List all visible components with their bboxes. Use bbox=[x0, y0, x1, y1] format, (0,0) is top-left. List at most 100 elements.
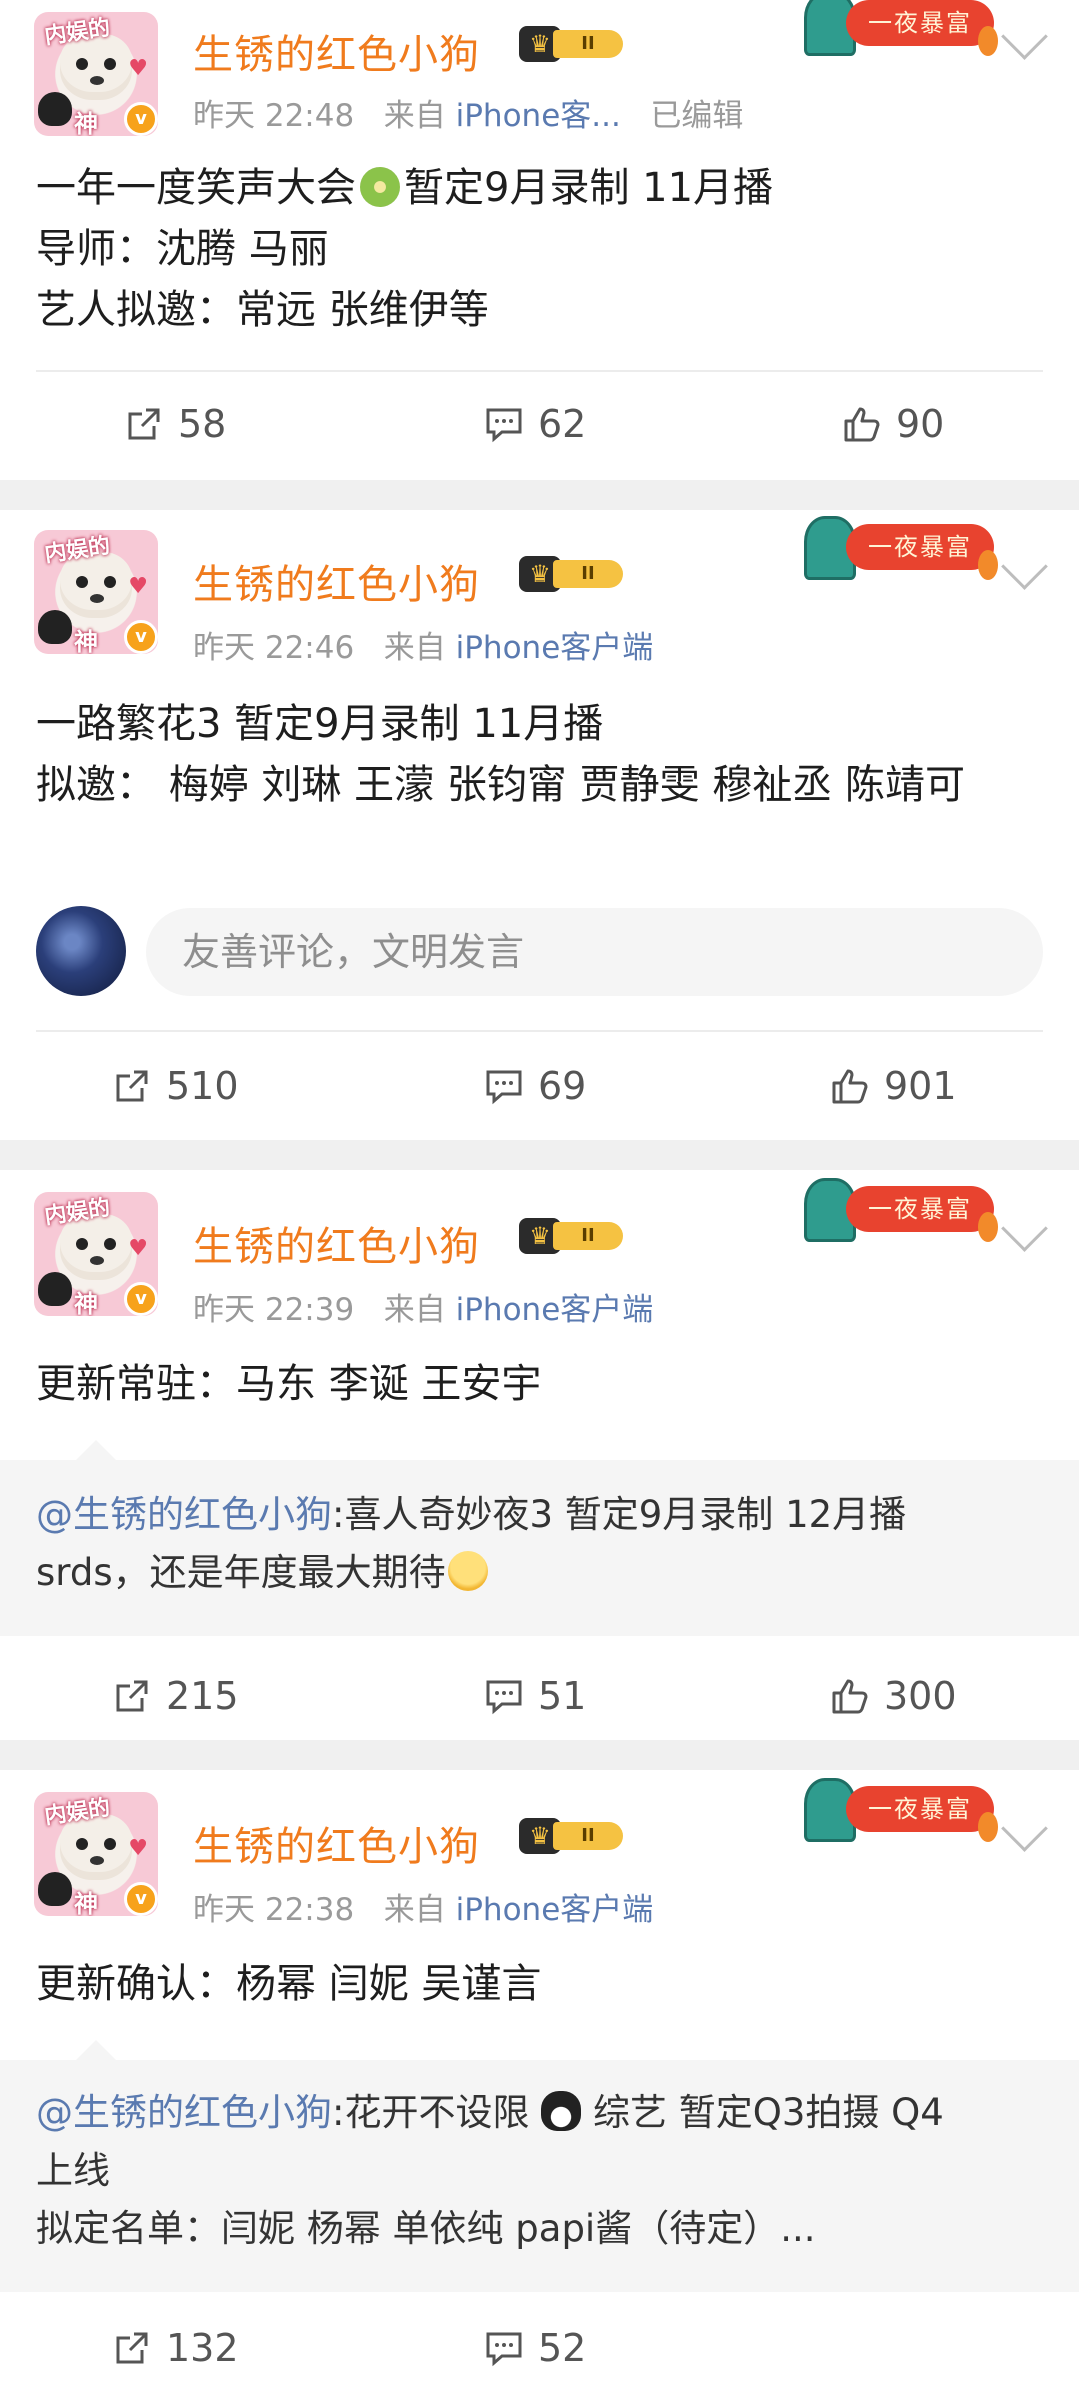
avatar[interactable]: ♥ 内娱的 神 v bbox=[34, 530, 158, 654]
decoration-label: 一夜暴富 bbox=[846, 0, 994, 46]
post-text: 一年一度笑声大会 暂定9月录制 11月播 导师：沈腾 马丽 艺人拟邀：常远 张维伊… bbox=[36, 158, 1043, 341]
comment-button[interactable]: 51 bbox=[484, 1666, 586, 1726]
comment-count: 51 bbox=[538, 1674, 587, 1718]
avatar-cat-sticker bbox=[38, 92, 72, 126]
weibo-post: ♥ 内娱的 神 v 生锈的红色小狗 ♛ II 昨天 22:48 来自 iPhon… bbox=[0, 0, 1079, 446]
repost-button[interactable]: 215 bbox=[112, 1666, 239, 1726]
quoted-post[interactable]: @生锈的红色小狗:花开不设限 综艺 暂定Q3拍摄 Q4 上线 拟定名单：闫妮 杨… bbox=[0, 2060, 1079, 2292]
post-line: 艺人拟邀：常远 张维伊等 bbox=[36, 287, 489, 333]
comment-icon bbox=[486, 1070, 522, 1105]
verified-badge-icon: v bbox=[124, 102, 158, 136]
lantern-icon bbox=[978, 550, 998, 580]
post-source[interactable]: iPhone客户端 bbox=[456, 1292, 654, 1328]
username[interactable]: 生锈的红色小狗 bbox=[193, 1214, 480, 1272]
avatar-eye bbox=[104, 576, 116, 588]
lantern-icon bbox=[978, 1812, 998, 1842]
thumbs-up-icon bbox=[832, 1679, 868, 1714]
post-meta: 昨天 22:46 来自 iPhone客户端 bbox=[193, 622, 653, 667]
comment-button[interactable]: 69 bbox=[484, 1056, 586, 1116]
like-count: 90 bbox=[896, 402, 945, 446]
chevron-down-icon[interactable] bbox=[1001, 543, 1048, 590]
avatar[interactable]: ♥ 内娱的 神 v bbox=[34, 1792, 158, 1916]
avatar-text-bottom: 神 bbox=[74, 628, 98, 654]
level-badge-label: II bbox=[553, 1222, 623, 1250]
comment-button[interactable]: 62 bbox=[484, 394, 586, 454]
weibo-post: ♥ 内娱的 神 v 生锈的红色小狗 ♛ II 昨天 22:38 来自 iPhon… bbox=[0, 1770, 1079, 2384]
kiwi-emoji-icon bbox=[360, 167, 400, 207]
comment-bar: 友善评论，文明发言 bbox=[0, 906, 1079, 998]
mention-link[interactable]: @生锈的红色小狗 bbox=[36, 2091, 332, 2134]
level-badge[interactable]: ♛ II bbox=[519, 554, 631, 594]
post-line: 更新确认：杨幂 闫妮 吴谨言 bbox=[36, 1961, 542, 2007]
lantern-icon bbox=[978, 26, 998, 56]
avatar[interactable]: ♥ 内娱的 神 v bbox=[34, 1192, 158, 1316]
like-button[interactable]: 300 bbox=[830, 1666, 957, 1726]
like-count: 300 bbox=[884, 1674, 957, 1718]
level-badge[interactable]: ♛ II bbox=[519, 1816, 631, 1856]
post-separator bbox=[0, 480, 1079, 510]
avatar-nose bbox=[90, 76, 104, 85]
post-source[interactable]: iPhone客户端 bbox=[456, 630, 654, 666]
chevron-down-icon[interactable] bbox=[1001, 1805, 1048, 1852]
my-avatar[interactable] bbox=[36, 906, 126, 996]
avatar-eye bbox=[76, 1838, 88, 1850]
heart-icon: ♥ bbox=[128, 1236, 148, 1261]
quote-line: @生锈的红色小狗:喜人奇妙夜3 暂定9月录制 12月播 bbox=[36, 1493, 907, 1536]
verified-badge-icon: v bbox=[124, 1282, 158, 1316]
username[interactable]: 生锈的红色小狗 bbox=[193, 552, 480, 610]
repost-button[interactable]: 510 bbox=[112, 1056, 239, 1116]
comment-icon bbox=[486, 408, 522, 443]
post-source[interactable]: iPhone客户端 bbox=[456, 1892, 654, 1928]
level-badge-label: II bbox=[553, 1822, 623, 1850]
repost-button[interactable]: 58 bbox=[124, 394, 226, 454]
divider bbox=[36, 1030, 1043, 1032]
comment-button[interactable]: 52 bbox=[484, 2318, 586, 2378]
like-button[interactable]: 90 bbox=[842, 394, 944, 454]
quote-line: 拟定名单：闫妮 杨幂 单依纯 papi酱（待定）... bbox=[36, 2207, 816, 2250]
action-bar: 58 62 90 bbox=[0, 394, 1079, 454]
repost-button[interactable]: 132 bbox=[112, 2318, 239, 2378]
weibo-post: ♥ 内娱的 神 v 生锈的红色小狗 ♛ II 昨天 22:46 来自 iPhon… bbox=[0, 510, 1079, 1140]
card-decoration: 一夜暴富 bbox=[800, 1172, 1000, 1252]
comment-count: 69 bbox=[538, 1064, 587, 1108]
repost-count: 215 bbox=[166, 1674, 239, 1718]
avatar-eye bbox=[104, 1838, 116, 1850]
source-prefix: 来自 bbox=[383, 1292, 446, 1328]
heart-icon: ♥ bbox=[128, 1836, 148, 1861]
like-button[interactable]: 901 bbox=[830, 1056, 957, 1116]
lantern-icon bbox=[978, 1212, 998, 1242]
level-badge[interactable]: ♛ II bbox=[519, 24, 631, 64]
comment-count: 62 bbox=[538, 402, 587, 446]
avatar-eye bbox=[76, 1238, 88, 1250]
quote-line: 上线 bbox=[36, 2149, 110, 2192]
chevron-down-icon[interactable] bbox=[1001, 1205, 1048, 1252]
verified-badge-icon: v bbox=[124, 620, 158, 654]
repost-count: 58 bbox=[178, 402, 227, 446]
avatar-nose bbox=[90, 1856, 104, 1865]
post-source[interactable]: iPhone客... bbox=[456, 98, 621, 134]
quote-arrow bbox=[76, 1440, 116, 1460]
avatar-nose bbox=[90, 594, 104, 603]
quoted-post[interactable]: @生锈的红色小狗:喜人奇妙夜3 暂定9月录制 12月播 srds，还是年度最大期… bbox=[0, 1460, 1079, 1636]
teary-face-emoji-icon bbox=[447, 1551, 488, 1591]
level-badge[interactable]: ♛ II bbox=[519, 1216, 631, 1256]
source-prefix: 来自 bbox=[383, 630, 446, 666]
action-bar: 510 69 901 bbox=[0, 1056, 1079, 1116]
comment-icon bbox=[486, 1680, 522, 1715]
username[interactable]: 生锈的红色小狗 bbox=[193, 1814, 480, 1872]
avatar-eye bbox=[76, 576, 88, 588]
chevron-down-icon[interactable] bbox=[1001, 13, 1048, 60]
level-badge-label: II bbox=[553, 560, 623, 588]
username[interactable]: 生锈的红色小狗 bbox=[193, 22, 480, 80]
post-separator bbox=[0, 1740, 1079, 1770]
avatar[interactable]: ♥ 内娱的 神 v bbox=[34, 12, 158, 136]
comment-input[interactable]: 友善评论，文明发言 bbox=[146, 908, 1043, 996]
post-time: 昨天 22:39 bbox=[193, 1292, 355, 1328]
post-meta: 昨天 22:39 来自 iPhone客户端 bbox=[193, 1284, 653, 1329]
post-line: 导师：沈腾 马丽 bbox=[36, 226, 329, 272]
post-text: 一路繁花3 暂定9月录制 11月播 拟邀： 梅婷 刘琳 王濛 张钧甯 贾静雯 穆… bbox=[36, 694, 1043, 816]
action-bar: 215 51 300 bbox=[0, 1666, 1079, 1726]
repost-count: 132 bbox=[166, 2326, 239, 2370]
quote-arrow bbox=[76, 2040, 116, 2060]
mention-link[interactable]: @生锈的红色小狗 bbox=[36, 1493, 332, 1536]
